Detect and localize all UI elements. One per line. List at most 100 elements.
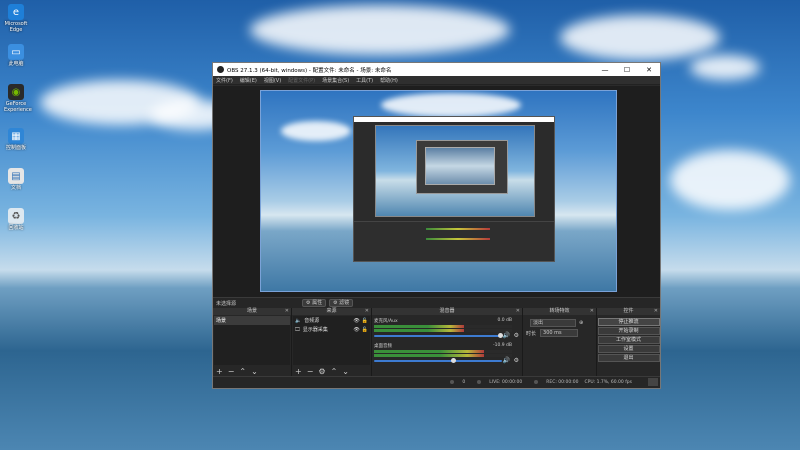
nvidia-icon: ◉ <box>8 84 24 100</box>
nested-meter <box>426 228 490 230</box>
maximize-button[interactable]: ☐ <box>616 66 638 74</box>
sources-list: 🔈 音频源 👁 🔓 🖵 显示器采集 👁 🔓 <box>293 316 370 365</box>
volume-slider[interactable] <box>374 360 502 362</box>
nested-obs-capture <box>353 116 555 262</box>
filters-label: 滤镜 <box>339 300 350 306</box>
studio-mode-button[interactable]: 工作室模式 <box>597 336 660 344</box>
menu-edit[interactable]: 编辑(E) <box>240 77 257 84</box>
move-up-icon[interactable]: ⌃ <box>331 367 338 376</box>
no-source-label: 未选择源 <box>216 300 237 307</box>
live-time: LIVE: 00:00:00 <box>471 379 522 385</box>
nested-meter <box>426 238 490 240</box>
dock-close-icon[interactable]: ✕ <box>590 308 594 315</box>
dock-close-icon[interactable]: ✕ <box>516 308 520 315</box>
nested-preview <box>375 125 535 217</box>
desktop-icon-control-panel[interactable]: ▦ 控制面板 <box>4 128 28 151</box>
volume-knob[interactable] <box>450 358 456 363</box>
gear-icon[interactable]: ⚙ <box>514 332 519 339</box>
add-icon[interactable]: + <box>216 367 223 376</box>
menu-profile[interactable]: 配置文件(P) <box>288 77 315 84</box>
desktop-icon-nvidia[interactable]: ◉ GeForce Experience <box>4 84 32 113</box>
resize-grip-icon[interactable] <box>648 378 658 386</box>
speaker-icon[interactable]: 🔊 <box>503 332 510 339</box>
add-icon[interactable]: ⊕ <box>579 320 583 326</box>
duration-input[interactable]: 300 ms <box>540 329 579 337</box>
cpu-status: CPU: 1.7%, 60.00 fps <box>584 380 633 385</box>
dock-close-icon[interactable]: ✕ <box>365 308 369 315</box>
track-db: 0.0 dB <box>497 318 512 323</box>
sources-dock: 来源 ✕ 🔈 音频源 👁 🔓 🖵 显示器采集 👁 🔓 + − ⚙ ⌃ ⌄ <box>292 308 372 376</box>
menu-view[interactable]: 视图(V) <box>264 77 281 84</box>
dock-close-icon[interactable]: ✕ <box>654 308 658 315</box>
preview-area <box>213 86 660 297</box>
menu-file[interactable]: 文件(F) <box>216 77 233 84</box>
duration-label: 时长 <box>526 330 537 337</box>
preview-cloud <box>381 93 521 117</box>
level-meter <box>374 329 512 332</box>
start-recording-button[interactable]: 开始录制 <box>597 327 660 335</box>
desktop-icon-document[interactable]: ▤ 文档 <box>4 168 28 191</box>
remove-icon[interactable]: − <box>307 367 314 376</box>
source-item[interactable]: 🔈 音频源 👁 🔓 <box>293 316 370 325</box>
settings-button[interactable]: 设置 <box>597 345 660 353</box>
filters-button[interactable]: ⚙ 滤镜 <box>329 299 354 307</box>
menu-scene-collection[interactable]: 场景集合(S) <box>322 77 349 84</box>
gear-icon[interactable]: ⚙ <box>514 357 519 364</box>
nested-title <box>354 117 554 122</box>
preview-canvas[interactable] <box>260 90 617 292</box>
status-dot-icon <box>477 379 482 384</box>
mixer-track: 麦克风/Aux 0.0 dB 🔊 ⚙ <box>374 318 520 342</box>
sources-toolbar: + − ⚙ ⌃ ⌄ <box>292 366 371 376</box>
source-item[interactable]: 🖵 显示器采集 👁 🔓 <box>293 325 370 334</box>
move-down-icon[interactable]: ⌄ <box>342 367 349 376</box>
scenes-toolbar: + − ⌃ ⌄ <box>213 366 291 376</box>
status-dot-icon <box>450 379 455 384</box>
visibility-icon[interactable]: 👁 <box>353 327 359 333</box>
level-meter <box>374 354 512 357</box>
scene-item[interactable]: 场景 <box>214 316 290 325</box>
lock-icon[interactable]: 🔓 <box>362 318 368 324</box>
controls-header: 控件 ✕ <box>597 308 660 315</box>
properties-button[interactable]: ⚙ 属性 <box>302 299 327 307</box>
minimize-button[interactable]: — <box>594 66 616 74</box>
document-icon: ▤ <box>8 168 24 184</box>
level-meter <box>374 325 512 328</box>
desktop-icon-edge[interactable]: e Microsoft Edge <box>4 4 28 33</box>
visibility-icon[interactable]: 👁 <box>353 318 359 324</box>
obs-logo-icon <box>217 66 224 73</box>
desktop-icon-recycle-bin[interactable]: ♻ 回收站 <box>4 208 28 231</box>
scenes-header: 场景 ✕ <box>213 308 291 315</box>
cloud <box>670 150 790 210</box>
transition-type-row: 淡出 ⊕ <box>526 319 593 327</box>
transitions-dock: 转场特效 ✕ 淡出 ⊕ 时长 300 ms <box>523 308 597 376</box>
level-meter <box>374 350 512 353</box>
transition-duration-row: 时长 300 ms <box>526 329 593 337</box>
mixer-track: 桌面音频 -10.9 dB 🔊 ⚙ <box>374 343 520 367</box>
menu-help[interactable]: 帮助(H) <box>380 77 398 84</box>
status-dot-icon <box>534 379 539 384</box>
move-up-icon[interactable]: ⌃ <box>239 367 246 376</box>
transition-select[interactable]: 淡出 <box>530 319 576 327</box>
cloud <box>250 5 510 55</box>
exit-button[interactable]: 退出 <box>597 354 660 362</box>
gear-icon[interactable]: ⚙ <box>318 367 325 376</box>
computer-icon: ▭ <box>8 44 24 60</box>
cloud <box>560 15 720 60</box>
desktop-icon-computer[interactable]: ▭ 此电脑 <box>4 44 28 67</box>
source-toolbar: 未选择源 ⚙ 属性 ⚙ 滤镜 <box>213 297 660 308</box>
menu-bar: 文件(F) 编辑(E) 视图(V) 配置文件(P) 场景集合(S) 工具(T) … <box>213 76 660 85</box>
lock-icon[interactable]: 🔓 <box>362 327 368 333</box>
close-button[interactable]: ✕ <box>638 66 660 74</box>
obs-window: OBS 27.1.3 (64-bit, windows) - 配置文件: 未命名… <box>212 62 661 389</box>
remove-icon[interactable]: − <box>228 367 235 376</box>
preview-cloud <box>281 121 351 141</box>
speaker-icon[interactable]: 🔊 <box>503 357 510 364</box>
menu-tools[interactable]: 工具(T) <box>356 77 373 84</box>
add-icon[interactable]: + <box>295 367 302 376</box>
control-panel-icon: ▦ <box>8 128 24 144</box>
title-bar: OBS 27.1.3 (64-bit, windows) - 配置文件: 未命名… <box>213 63 660 76</box>
move-down-icon[interactable]: ⌄ <box>251 367 258 376</box>
stop-streaming-button[interactable]: 停止推流 <box>597 318 660 326</box>
volume-slider[interactable] <box>374 335 502 337</box>
dock-close-icon[interactable]: ✕ <box>285 308 289 315</box>
